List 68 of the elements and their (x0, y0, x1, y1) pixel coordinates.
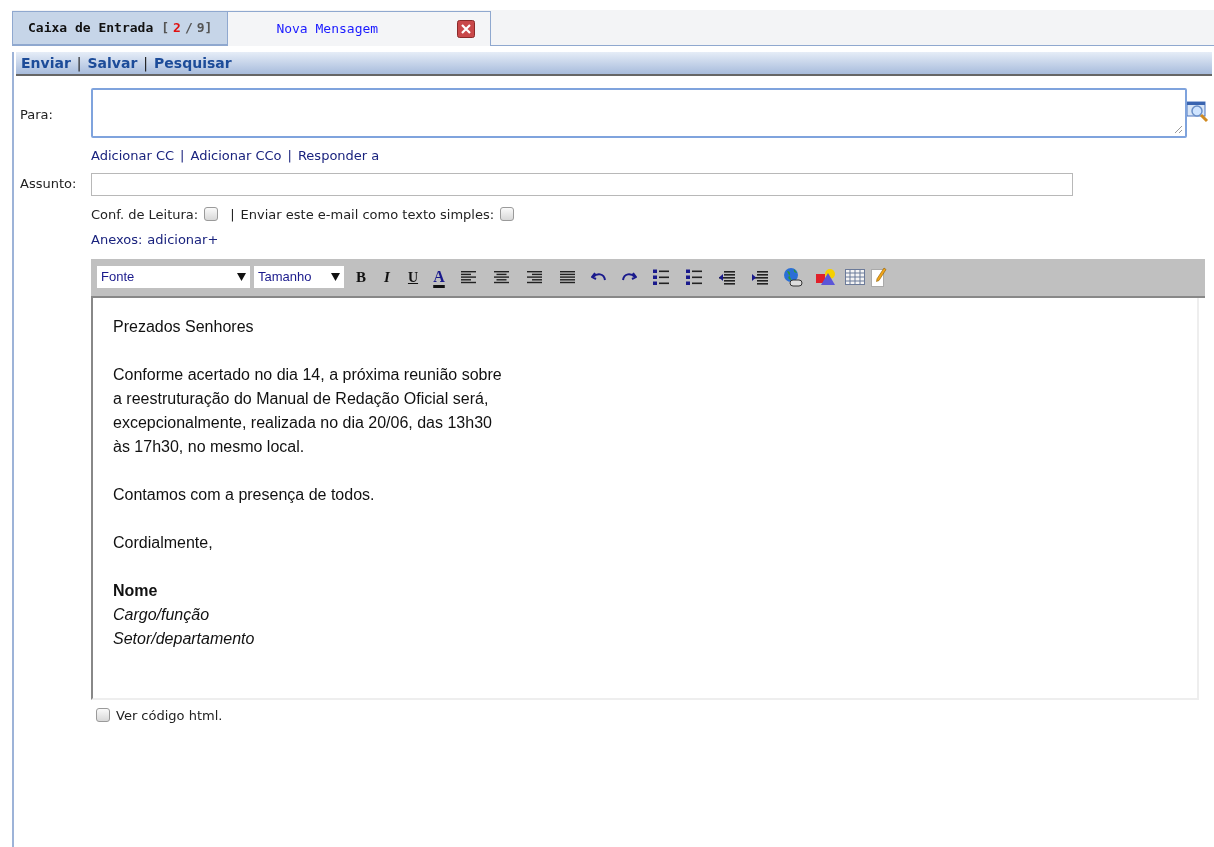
separator: | (76, 53, 82, 74)
add-attachment-link[interactable]: adicionar+ (147, 230, 219, 250)
outdent-icon[interactable] (717, 268, 736, 286)
underline-button[interactable]: U (400, 266, 426, 288)
separator: | (287, 147, 292, 165)
message-line: Cordialmente, (113, 532, 213, 553)
message-line: Cargo/função (113, 604, 210, 625)
globe-link-icon[interactable] (782, 267, 803, 287)
option-label: Enviar este e-mail como texto simples: (240, 205, 495, 224)
search-icon[interactable] (1186, 100, 1210, 124)
action-link[interactable]: Pesquisar (154, 52, 232, 74)
text-color-button[interactable]: A (426, 269, 452, 285)
message-line: Conforme acertado no dia 14, a próxima reunião sobre (113, 364, 502, 385)
editor-body[interactable] (91, 297, 1199, 700)
image-icon[interactable] (814, 268, 837, 286)
field-label: Para: (19, 106, 54, 124)
indent-icon[interactable] (750, 268, 769, 286)
dropdown[interactable]: Fonte (97, 266, 250, 288)
checkbox[interactable] (204, 207, 219, 222)
checkbox-label: Ver código html. (116, 706, 223, 725)
caret-icon (331, 273, 340, 281)
align-right-icon[interactable] (526, 270, 543, 284)
action-link[interactable]: Enviar (21, 52, 71, 74)
align-left-icon[interactable] (460, 270, 477, 284)
unread-count: 2 (173, 19, 181, 38)
recipient-field[interactable] (91, 88, 1187, 138)
message-line: Setor/departamento (113, 628, 255, 649)
message-line: Nome (113, 580, 158, 601)
tab-label: Caixa de Entrada (28, 19, 154, 38)
align-center-icon[interactable] (493, 270, 510, 284)
message-line: Contamos com a presença de todos. (113, 484, 375, 505)
tab-label: Nova Mensagem (276, 20, 379, 39)
slash: / (184, 19, 193, 38)
bracket: ] (204, 19, 213, 38)
close-icon[interactable] (457, 20, 476, 38)
total-count: 9 (196, 19, 205, 38)
bracket: [ (161, 19, 170, 38)
caret-icon (237, 273, 246, 281)
message-line: às 17h30, no mesmo local. (113, 436, 305, 457)
bullet-list-icon[interactable] (684, 268, 703, 286)
subject-field[interactable] (91, 172, 1073, 196)
bold-button[interactable]: B (348, 265, 374, 289)
separator: | (230, 205, 235, 224)
dropdown[interactable]: Tamanho (254, 266, 344, 288)
action-link[interactable]: Salvar (87, 52, 138, 74)
option-label: Conf. de Leitura: (91, 205, 199, 224)
table-icon[interactable] (845, 269, 865, 285)
message-line: excepcionalmente, realizada no dia 20/06, das 13h30 (113, 412, 492, 433)
field-label: Assunto: (19, 175, 78, 194)
ordered-list-icon[interactable] (651, 268, 670, 286)
tab[interactable]: Caixa de Entrada [ 2 / 9] (12, 11, 228, 45)
justify-icon[interactable] (559, 270, 576, 284)
recipient-link[interactable]: Adicionar CCo (190, 146, 282, 166)
attachments-label: Anexos: (91, 231, 143, 249)
italic-button[interactable]: I (374, 265, 400, 289)
separator: | (143, 53, 149, 74)
message-line: Prezados Senhores (113, 316, 254, 337)
separator: | (180, 147, 185, 165)
checkbox[interactable] (500, 207, 515, 222)
undo-icon[interactable] (591, 271, 607, 283)
pencil-icon[interactable] (871, 267, 887, 287)
tab[interactable]: Nova Mensagem (227, 11, 492, 46)
redo-icon[interactable] (621, 271, 637, 283)
recipient-link[interactable]: Adicionar CC (91, 146, 175, 166)
resize-handle-icon (1173, 124, 1183, 134)
recipient-link[interactable]: Responder a (297, 146, 380, 166)
checkbox[interactable] (96, 708, 110, 723)
message-line: a reestruturação do Manual de Redação Oficial será, (113, 388, 489, 409)
